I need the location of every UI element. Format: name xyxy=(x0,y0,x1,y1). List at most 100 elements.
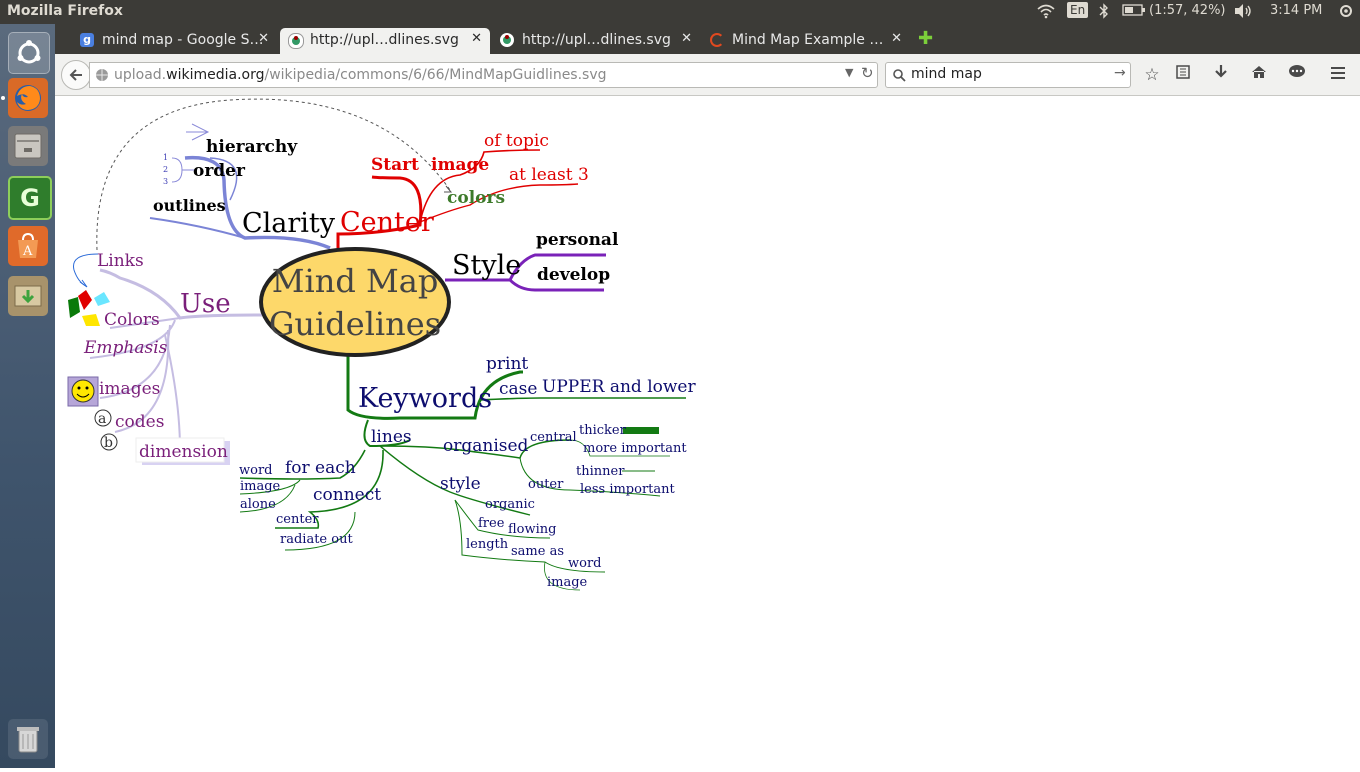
google-favicon-icon: g xyxy=(80,33,94,47)
power-gear-icon[interactable] xyxy=(1338,3,1354,23)
home-icon[interactable] xyxy=(1247,63,1271,87)
order-number-1: 1 xyxy=(163,153,168,162)
mind-map-figure: Mind Map Guidelines Clarity hierarchy or… xyxy=(67,98,696,591)
battery-icon[interactable] xyxy=(1122,3,1146,21)
url-text[interactable]: upload.wikimedia.org/wikipedia/commons/6… xyxy=(114,67,607,83)
more-important-label: more important xyxy=(583,441,687,456)
trash-icon[interactable] xyxy=(8,719,48,759)
search-bar[interactable]: mind map → xyxy=(885,62,1131,88)
volume-icon[interactable] xyxy=(1233,3,1253,23)
code-a-letter: a xyxy=(98,411,106,427)
tab-close-icon[interactable]: ✕ xyxy=(471,31,482,46)
flowing-label: flowing xyxy=(508,522,556,537)
length-label: length xyxy=(466,537,509,552)
develop-label: develop xyxy=(537,265,610,285)
site-identity-globe-icon[interactable] xyxy=(95,67,109,86)
hierarchy-icon xyxy=(186,123,210,141)
tab-label: http://upl…dlines.svg xyxy=(310,32,459,48)
downloads-arrow-icon[interactable] xyxy=(1209,63,1233,87)
wifi-icon[interactable] xyxy=(1037,3,1055,23)
reload-icon[interactable]: ↻ xyxy=(861,64,874,82)
dash-home-icon[interactable] xyxy=(8,32,50,74)
codes-label: codes xyxy=(115,412,164,432)
keyboard-layout-indicator[interactable]: En xyxy=(1067,2,1089,18)
start-label: Start xyxy=(371,155,419,175)
image-kw-label: image xyxy=(547,575,588,590)
fe-word-label: word xyxy=(239,463,273,478)
style-label: Style xyxy=(452,250,521,281)
files-icon[interactable] xyxy=(8,126,48,166)
tab-label: mind map - Google S… xyxy=(102,32,264,48)
tab-mind-map-example[interactable]: Mind Map Example … ✕ xyxy=(702,28,910,54)
url-bar[interactable]: upload.wikimedia.org/wikipedia/commons/6… xyxy=(89,62,878,88)
dimension-label: dimension xyxy=(139,442,228,462)
for-each-label: for each xyxy=(285,458,356,478)
organic-label: organic xyxy=(485,497,535,512)
of-topic-label: of topic xyxy=(484,131,549,151)
outlines-label: outlines xyxy=(153,196,226,215)
tab-label: Mind Map Example … xyxy=(732,32,884,48)
active-app-title: Mozilla Firefox xyxy=(7,3,123,19)
links-label: Links xyxy=(97,251,144,271)
clock[interactable]: 3:14 PM xyxy=(1270,3,1322,18)
order-label: order xyxy=(193,161,246,181)
same-as-label: same as xyxy=(511,544,564,559)
free-label: free xyxy=(478,516,505,531)
tab-strip: g mind map - Google S… ✕ http://upl…dlin… xyxy=(55,24,1360,54)
bluetooth-icon[interactable] xyxy=(1099,3,1109,23)
gedit-icon[interactable]: G xyxy=(8,176,52,220)
chat-bubble-icon[interactable] xyxy=(1285,63,1309,87)
bookmark-star-icon[interactable]: ☆ xyxy=(1140,63,1164,87)
clarity-label: Clarity xyxy=(242,208,336,239)
outer-label: outer xyxy=(528,477,564,492)
tab-google-search[interactable]: g mind map - Google S… ✕ xyxy=(72,28,277,54)
at-least-label: at least 3 xyxy=(509,165,589,185)
fe-alone-label: alone xyxy=(240,497,276,512)
thinner-label: thinner xyxy=(576,464,625,479)
style-kw-label: style xyxy=(440,474,481,494)
case-label: case xyxy=(499,379,537,399)
connect-center-label: center xyxy=(276,512,319,527)
fe-image-label: image xyxy=(240,479,281,494)
search-input[interactable]: mind map xyxy=(911,66,982,82)
images-label: images xyxy=(99,379,160,399)
url-dropdown-chevron-down-icon[interactable]: ▼ xyxy=(845,66,853,79)
menu-hamburger-icon[interactable] xyxy=(1326,63,1350,87)
tab-svg-active[interactable]: http://upl…dlines.svg ✕ xyxy=(280,28,490,54)
svg-text:A: A xyxy=(22,244,33,259)
emphasis-label: Emphasis xyxy=(83,338,168,358)
search-go-arrow-icon[interactable]: → xyxy=(1114,65,1126,81)
archive-manager-icon[interactable] xyxy=(8,276,48,316)
running-indicator xyxy=(1,96,5,100)
code-b-letter: b xyxy=(104,435,113,451)
software-center-icon[interactable]: A xyxy=(8,226,48,266)
tab-close-icon[interactable]: ✕ xyxy=(681,31,692,46)
word-kw-label: word xyxy=(568,556,602,571)
order-icon xyxy=(171,157,195,183)
central-label: central xyxy=(530,430,577,445)
less-important-label: less important xyxy=(580,482,676,497)
tab-svg-2[interactable]: http://upl…dlines.svg ✕ xyxy=(492,28,700,54)
thicker-swatch xyxy=(623,427,659,434)
search-icon xyxy=(892,67,906,86)
center-line-1: Mind Map xyxy=(272,262,439,300)
connect-label: connect xyxy=(313,485,381,505)
new-tab-plus-icon[interactable]: ✚ xyxy=(918,28,942,54)
firefox-icon[interactable] xyxy=(8,78,48,118)
thicker-label: thicker xyxy=(579,423,627,438)
loading-spinner-icon xyxy=(710,33,724,47)
wikimedia-favicon-icon xyxy=(288,33,304,49)
tab-close-icon[interactable]: ✕ xyxy=(891,31,902,46)
colors-use-label: Colors xyxy=(104,310,160,330)
keywords-label: Keywords xyxy=(358,383,492,414)
lines-label: lines xyxy=(371,427,412,447)
radiate-out-label: radiate out xyxy=(280,532,353,547)
order-number-2: 2 xyxy=(163,165,168,174)
tab-close-icon[interactable]: ✕ xyxy=(258,31,269,46)
colors-label: colors xyxy=(447,188,505,208)
bookmarks-list-icon[interactable] xyxy=(1171,63,1195,87)
back-arrow-icon[interactable] xyxy=(61,60,91,90)
order-number-3: 3 xyxy=(163,177,168,186)
print-label: print xyxy=(486,354,528,374)
smiley-icon xyxy=(67,376,99,407)
